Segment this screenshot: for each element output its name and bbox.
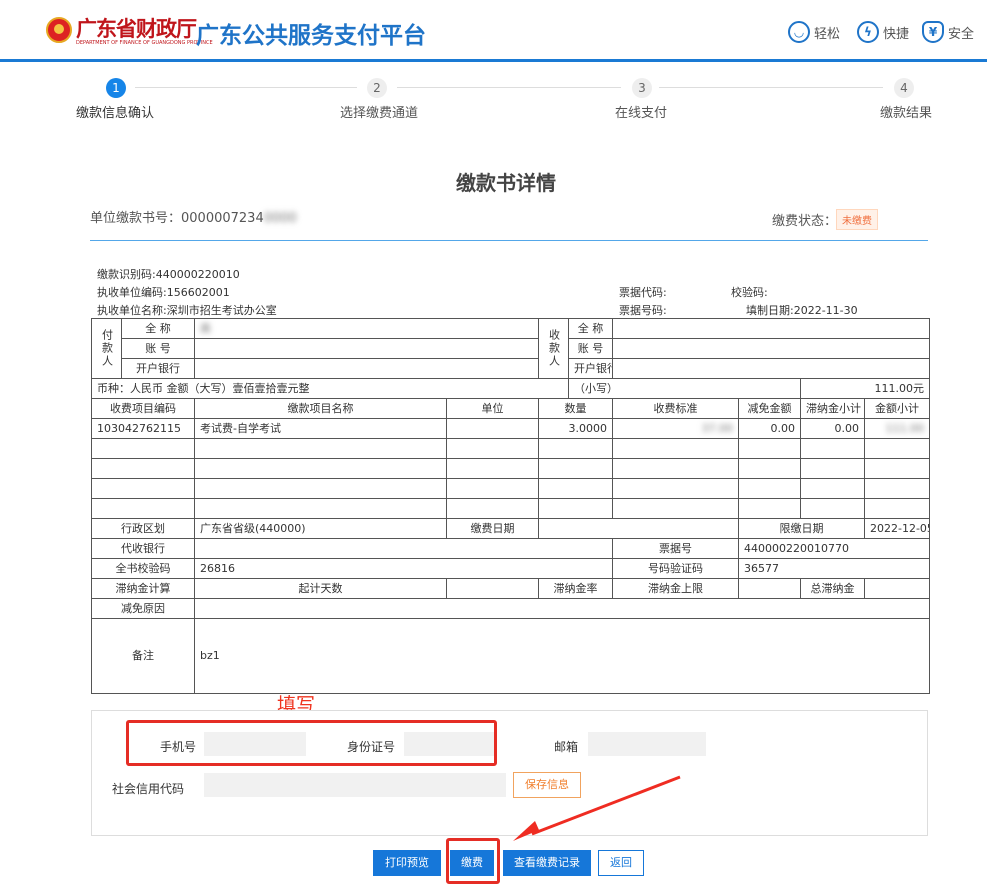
back-button[interactable]: 返回: [598, 850, 644, 876]
contact-form-panel: 手机号 身份证号 邮箱 社会信用代码: [91, 710, 928, 836]
step-divider: [659, 87, 883, 88]
brand-subtitle: DEPARTMENT OF FINANCE OF GUANGDONG PROVI…: [76, 40, 213, 46]
collect-unit-name: 执收单位名称:深圳市招生考试办公室: [97, 304, 277, 317]
unit-payment-number: 单位缴款书号：00000072340000: [90, 211, 297, 226]
collect-unit-code: 执收单位编码:156602001: [97, 286, 230, 299]
step-3-label: 在线支付: [615, 106, 668, 121]
step-2-label: 选择缴费通道: [340, 106, 419, 121]
step-1-number: 1: [106, 78, 126, 98]
bill-code: 票据代码:: [619, 286, 667, 299]
email-field[interactable]: [588, 732, 706, 756]
total-amount: 111.00元: [800, 378, 930, 399]
shield-yen-icon: ¥: [922, 21, 944, 43]
payee-bank-label: 开户银行: [568, 358, 613, 379]
section-divider: [90, 240, 928, 241]
step-1-label: 缴款信息确认: [76, 106, 155, 121]
payer-label: 付款人: [91, 318, 122, 379]
province-emblem-icon: [46, 17, 72, 43]
payment-status-label: 缴费状态：: [772, 214, 838, 229]
feature-fast: ϟ 快捷: [857, 20, 909, 44]
status-badge: 未缴费: [836, 209, 878, 230]
payee-name-value: [612, 318, 930, 339]
top-header: 广东省财政厅 DEPARTMENT OF FINANCE OF GUANGDON…: [0, 0, 987, 62]
payee-label: 收款人: [538, 318, 569, 379]
email-label: 邮箱: [554, 740, 579, 754]
smile-icon: ◡: [788, 21, 810, 43]
step-4-label: 缴款结果: [880, 106, 933, 121]
amount-in-words: 币种：人民币 金额（大写）壹佰壹拾壹元整: [91, 378, 569, 399]
feature-easy: ◡ 轻松: [788, 20, 840, 44]
phone-label: 手机号: [160, 740, 197, 754]
fill-date: 填制日期:2022-11-30: [746, 304, 858, 317]
payee-account-label: 账 号: [568, 338, 613, 359]
save-info-button[interactable]: 保存信息: [513, 772, 581, 798]
step-divider: [135, 87, 357, 88]
payment-code: 缴款识别码:440000220010: [97, 268, 240, 281]
step-4-number: 4: [894, 78, 914, 98]
feature-secure: ¥ 安全: [922, 20, 974, 44]
credit-code-label: 社会信用代码: [112, 782, 185, 796]
platform-title: 广东公共服务支付平台: [196, 23, 426, 49]
bill-number: 票据号码:: [619, 304, 667, 317]
payer-name: 高: [194, 318, 539, 339]
lightning-icon: ϟ: [857, 21, 879, 43]
amount-small-label: （小写）: [568, 378, 801, 399]
phone-field[interactable]: [204, 732, 306, 756]
step-2-number: 2: [367, 78, 387, 98]
page-title: 缴款书详情: [456, 171, 556, 195]
payment-records-button[interactable]: 查看缴费记录: [503, 850, 591, 876]
payer-name-label: 全 称: [121, 318, 195, 339]
step-3-number: 3: [632, 78, 652, 98]
pay-button[interactable]: 缴费: [450, 850, 494, 876]
table-row: 103042762115 考试费-自学考试 3.0000 37.00 0.00 …: [91, 418, 930, 439]
id-number-field[interactable]: [404, 732, 495, 756]
payment-document-table: 付款人 全 称 高 收款人 全 称 账 号 账 号 开户银行 开户银行 币种：人…: [91, 318, 930, 694]
payment-steps: 1 2 3 4 缴款信息确认 选择缴费通道 在线支付 缴款结果: [0, 78, 987, 123]
payer-account-label: 账 号: [121, 338, 195, 359]
credit-code-field[interactable]: [204, 773, 506, 797]
payer-bank-label: 开户银行: [121, 358, 195, 379]
print-preview-button[interactable]: 打印预览: [373, 850, 441, 876]
id-number-label: 身份证号: [347, 740, 396, 754]
brand-name: 广东省财政厅: [76, 16, 197, 41]
check-code: 校验码:: [731, 286, 768, 299]
payee-name-label: 全 称: [568, 318, 613, 339]
step-divider: [397, 87, 621, 88]
